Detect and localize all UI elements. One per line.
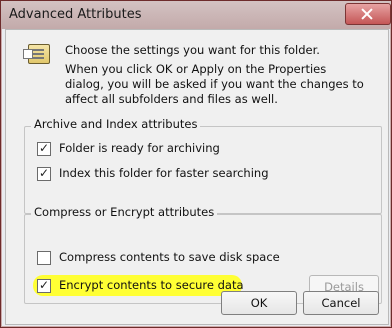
dialog-content: Choose the settings you want for this fo… (5, 29, 389, 325)
compress-label: Compress contents to save disk space (59, 250, 280, 264)
archive-index-legend: Archive and Index attributes (31, 117, 201, 131)
index-label: Index this folder for faster searching (59, 166, 269, 180)
cancel-button[interactable]: Cancel (303, 291, 379, 315)
check-mark-icon: ✓ (39, 166, 50, 180)
close-button[interactable] (345, 3, 391, 25)
intro-heading: Choose the settings you want for this fo… (65, 43, 320, 57)
check-mark-icon: ✓ (39, 278, 50, 292)
ok-button[interactable]: OK (221, 291, 297, 315)
title-bar[interactable]: Advanced Attributes (1, 1, 391, 29)
archive-index-group: Archive and Index attributes ✓ Folder is… (24, 117, 382, 214)
index-checkbox[interactable]: ✓ (37, 166, 51, 181)
folder-settings-icon (23, 44, 50, 64)
intro-description: When you click OK or Apply on the Proper… (65, 62, 364, 106)
archive-label: Folder is ready for archiving (59, 141, 220, 155)
dialog-title: Advanced Attributes (9, 7, 142, 22)
advanced-attributes-dialog: Advanced Attributes Choose the settings … (0, 0, 392, 328)
compress-encrypt-legend: Compress or Encrypt attributes (31, 205, 218, 219)
archive-checkbox[interactable]: ✓ (37, 141, 51, 156)
encrypt-label: Encrypt contents to secure data (59, 278, 244, 292)
check-mark-icon: ✓ (39, 141, 50, 155)
compress-checkbox[interactable] (37, 251, 51, 265)
encrypt-checkbox[interactable]: ✓ (37, 278, 51, 293)
